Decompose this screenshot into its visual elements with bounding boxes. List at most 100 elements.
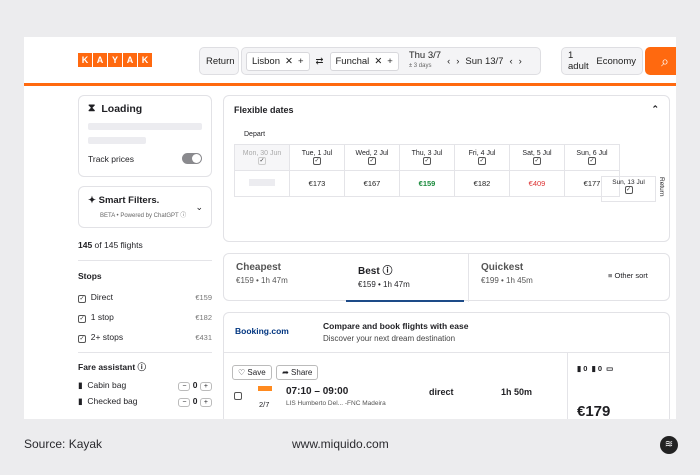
minus-button[interactable]: −: [178, 382, 191, 391]
stop-filter[interactable]: ✓ 1 stop €182: [78, 312, 212, 323]
logo-letter: A: [93, 53, 107, 67]
checkbox[interactable]: ✓: [78, 335, 86, 343]
search-button[interactable]: ⌕: [645, 47, 676, 75]
plus-button[interactable]: +: [199, 382, 212, 391]
chevron-down-icon[interactable]: ⌄: [195, 202, 203, 213]
calendar-price[interactable]: €409: [509, 170, 565, 197]
calendar-date[interactable]: Fri, 4 Jul ✓: [454, 144, 510, 171]
calendar-price[interactable]: [234, 170, 290, 197]
logo-letter: A: [123, 53, 137, 67]
swap-icon[interactable]: ⇄: [316, 56, 324, 67]
tab-quickest-sub: €199 • 1h 45m: [481, 276, 533, 285]
results-card: Booking.com Compare and book flights wit…: [223, 312, 670, 419]
smart-filters-title: Smart Filters.: [98, 195, 160, 206]
chevron-left-icon[interactable]: ‹: [447, 56, 450, 67]
checked-bag-count: 0: [597, 364, 602, 373]
bag-count: 0: [192, 380, 198, 390]
trip-type-select[interactable]: Return: [199, 47, 239, 75]
date-label: Sat, 5 Jul: [522, 150, 552, 157]
calendar-date[interactable]: Wed, 2 Jul ✓: [344, 144, 400, 171]
chevron-up-icon[interactable]: ⌃: [651, 104, 659, 115]
bag-icon: ▮: [78, 380, 83, 390]
plus-icon[interactable]: +: [387, 56, 393, 67]
search-icon: ⌕: [661, 52, 669, 69]
plus-button[interactable]: +: [199, 398, 212, 407]
date-label: Mon, 30 Jun: [242, 150, 282, 157]
calendar-price[interactable]: €173: [289, 170, 345, 197]
result-route: LIS Humberto Del... -FNC Madeira: [286, 400, 386, 407]
calendar-date[interactable]: Sun, 6 Jul ✓: [564, 144, 620, 171]
close-icon[interactable]: ✕: [285, 56, 293, 67]
destination-chip[interactable]: Funchal ✕ +: [329, 51, 399, 71]
checkbox[interactable]: ✓: [368, 157, 376, 165]
ad-sub: Discover your next dream destination: [323, 334, 456, 343]
footer-source: Source: Kayak: [24, 437, 103, 451]
tab-best[interactable]: Best ⓘ €159 • 1h 47m: [346, 254, 464, 302]
origin-label: Lisbon: [252, 55, 280, 67]
tab-cheapest-label: Cheapest: [236, 262, 282, 273]
result-stops: direct: [429, 387, 454, 397]
chevron-right-icon[interactable]: ›: [519, 56, 522, 67]
stop-filter[interactable]: ✓ 2+ stops €431: [78, 332, 212, 343]
result-times: 07:10 – 09:00: [286, 386, 349, 397]
bag-label: Checked bag: [87, 396, 138, 406]
return-date[interactable]: Sun 13/7: [465, 56, 503, 67]
chevron-left-icon[interactable]: ‹: [509, 56, 512, 67]
track-prices-toggle[interactable]: [182, 153, 202, 164]
checkbox[interactable]: ✓: [423, 157, 431, 165]
ad-title: Compare and book flights with ease: [323, 321, 469, 331]
smart-filters-sub: BETA • Powered by ChatGPT ⓘ: [100, 213, 187, 219]
calendar-price[interactable]: €159: [399, 170, 455, 197]
share-button[interactable]: ➦ Share: [276, 365, 319, 380]
tab-quickest[interactable]: Quickest €199 • 1h 45m: [468, 254, 598, 302]
tab-best-label: Best ⓘ: [358, 266, 393, 277]
smart-filters-card[interactable]: ✦ Smart Filters. BETA • Powered by ChatG…: [78, 186, 212, 228]
checkbox[interactable]: ✓: [533, 157, 541, 165]
bag-label: Cabin bag: [87, 380, 127, 390]
price-label: €182: [473, 179, 491, 188]
checkbox[interactable]: ✓: [478, 157, 486, 165]
checkbox[interactable]: ✓: [313, 157, 321, 165]
checkbox[interactable]: ✓: [588, 157, 596, 165]
checkbox[interactable]: ✓: [258, 157, 266, 165]
stop-price: €182: [195, 313, 212, 322]
tab-cheapest[interactable]: Cheapest €159 • 1h 47m: [224, 254, 344, 302]
save-button[interactable]: ♡ Save: [232, 365, 272, 380]
kayak-logo[interactable]: KAYAK: [78, 53, 152, 67]
loading-bar: [88, 137, 146, 144]
bags-list: ▮ Cabin bag − 0 + ▮ Checked bag − 0 +: [78, 380, 212, 407]
booking-ad[interactable]: Booking.com Compare and book flights wit…: [224, 313, 669, 353]
other-sort-button[interactable]: ≡ Other sort: [608, 271, 648, 280]
checkbox[interactable]: ✓: [78, 295, 86, 303]
checkbox[interactable]: ✓: [78, 315, 86, 323]
close-icon[interactable]: ✕: [374, 56, 382, 67]
depart-label: Thu 3/7: [408, 50, 442, 61]
return-day-cell[interactable]: Sun, 13 Jul ✓: [601, 176, 656, 202]
checkbox[interactable]: ✓: [624, 186, 633, 194]
tab-best-sub: €159 • 1h 47m: [358, 280, 410, 289]
other-sort-label: Other sort: [614, 271, 648, 280]
bag-stepper: ▮ Checked bag − 0 +: [78, 396, 212, 407]
travellers-select[interactable]: 1 adult Economy: [561, 47, 643, 75]
calendar-date[interactable]: Thu, 3 Jul ✓: [399, 144, 455, 171]
plus-icon[interactable]: +: [298, 56, 304, 67]
stop-filter[interactable]: ✓ Direct €159: [78, 292, 212, 303]
calendar-price[interactable]: €182: [454, 170, 510, 197]
calendar-date[interactable]: Tue, 1 Jul ✓: [289, 144, 345, 171]
result-checkbox[interactable]: [234, 392, 242, 400]
chevron-right-icon[interactable]: ›: [456, 56, 459, 67]
calendar-date[interactable]: Mon, 30 Jun ✓: [234, 144, 290, 171]
cabin-bag-count: 0: [583, 364, 588, 373]
footer-url: www.miquido.com: [292, 437, 389, 451]
bag-stepper: ▮ Cabin bag − 0 +: [78, 380, 212, 391]
main-content: Flexible dates ⌃ Depart Mon, 30 Jun ✓ Tue, …: [223, 95, 670, 419]
stops-title: Stops: [78, 271, 102, 281]
minus-button[interactable]: −: [178, 398, 191, 407]
calendar-price[interactable]: €167: [344, 170, 400, 197]
logo-letter: Y: [108, 53, 122, 67]
depart-date[interactable]: Thu 3/7 ± 3 days: [409, 51, 441, 71]
calendar-date[interactable]: Sat, 5 Jul ✓: [509, 144, 565, 171]
hourglass-icon: ⧗: [88, 102, 96, 114]
origin-chip[interactable]: Lisbon ✕ +: [246, 51, 310, 71]
checked-bag-icon: ▮: [591, 364, 596, 373]
